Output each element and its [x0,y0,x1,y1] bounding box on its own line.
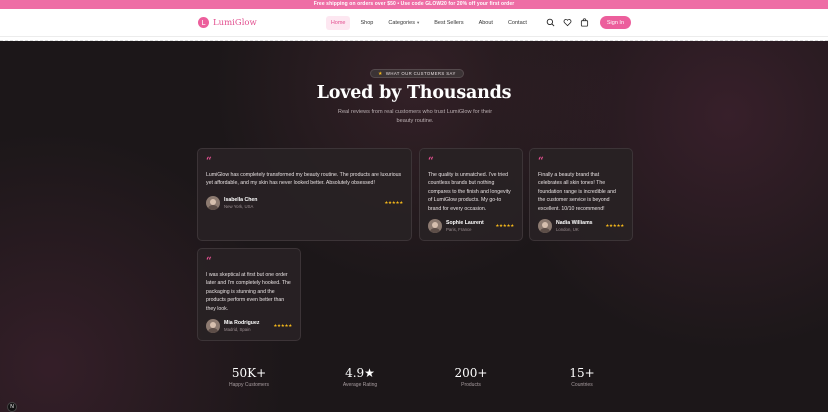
nav-item-best-sellers[interactable]: Best Sellers [429,16,468,30]
stat-value: 50K+ [231,366,267,380]
rating-stars: ★★★★★ [273,323,292,328]
quote-icon: “ [206,256,212,267]
rating-stars: ★★★★★ [605,223,624,228]
testimonial-card: “ The quality is unmatched. I've tried c… [419,148,523,241]
quote-icon: “ [538,156,544,167]
quote-icon: “ [206,156,212,167]
main-menu: Home Shop Categories ▾ Best Sellers Abou… [325,15,532,30]
chevron-down-icon: ▾ [416,19,420,25]
quote-icon: “ [428,156,434,167]
stat-happy-customers: 50K+ Happy Customers [209,366,289,388]
review-author: Mia Rodriguez Madrid, Spain ★★★★★ [206,319,292,333]
review-text: LumiGlow has completely transformed my b… [206,172,402,187]
avatar [206,319,220,333]
review-author: Isabella Chen New York, USA ★★★★★ [206,196,403,210]
stat-average-rating: 4.9★ Average Rating [320,366,400,388]
nav-item-categories-label: Categories [388,19,415,26]
nav-item-contact[interactable]: Contact [503,16,532,30]
review-author: Nadia Williams London, UK ★★★★★ [538,219,624,233]
testimonial-card: “ Finally a beauty brand that celebrates… [529,148,633,241]
nav-item-home[interactable]: Home [325,15,351,30]
review-text: The quality is unmatched. I've tried cou… [428,172,511,212]
testimonials-section: ★ WHAT OUR CUSTOMERS SAY Loved by Thousa… [0,41,828,412]
logo-text: LumiGlow [213,17,257,28]
review-text: Finally a beauty brand that celebrates a… [538,172,616,212]
bag-icon[interactable] [580,18,589,27]
author-location: London, UK [556,227,579,232]
stat-products: 200+ Products [431,366,511,388]
author-name: Sophie Laurent [446,220,484,226]
stat-label: Happy Customers [228,382,269,388]
nav-item-categories[interactable]: Categories ▾ [383,16,424,30]
logo-icon: L [198,17,209,28]
author-name: Mia Rodriguez [224,320,260,326]
rating-stars: ★★★★★ [495,223,514,228]
section-subtitle: Real reviews from real customers who tru… [337,109,493,124]
stat-label: Average Rating [342,382,378,388]
stat-value: 200+ [454,366,488,380]
stat-value: 15+ [569,366,595,380]
heart-icon[interactable] [563,18,572,27]
section-title: Loved by Thousands [316,83,512,103]
sign-in-button[interactable]: Sign In [599,16,631,29]
stat-label: Products [461,382,481,388]
section-badge: ★ WHAT OUR CUSTOMERS SAY [370,69,464,78]
dev-tools-badge[interactable]: N [7,402,17,412]
review-text: I was skeptical at first but one order l… [206,272,291,312]
author-location: Paris, France [446,227,472,232]
author-location: New York, USA [224,204,254,209]
logo[interactable]: L LumiGlow [198,17,257,28]
author-location: Madrid, Spain [224,327,251,332]
stat-value: 4.9★ [345,366,375,380]
section-badge-label: WHAT OUR CUSTOMERS SAY [385,71,456,76]
top-navigation: L LumiGlow Home Shop Categories ▾ Best S… [0,9,828,37]
nav-item-shop[interactable]: Shop [355,16,378,30]
nav-item-about[interactable]: About [474,16,498,30]
author-name: Nadia Williams [556,220,593,226]
promo-banner: Free shipping on orders over $50 • Use c… [0,0,828,9]
search-icon[interactable] [546,18,555,27]
avatar [538,219,552,233]
testimonial-card: “ I was skeptical at first but one order… [197,248,301,341]
review-author: Sophie Laurent Paris, France ★★★★★ [428,219,514,233]
stat-label: Countries [571,382,593,388]
testimonial-card: “ LumiGlow has completely transformed my… [197,148,412,241]
avatar [428,219,442,233]
stat-countries: 15+ Countries [542,366,622,388]
author-name: Isabella Chen [224,197,258,203]
nav-actions: Sign In [546,16,631,29]
star-icon: ★ [378,70,383,77]
avatar [206,196,220,210]
rating-stars: ★★★★★ [384,200,403,205]
